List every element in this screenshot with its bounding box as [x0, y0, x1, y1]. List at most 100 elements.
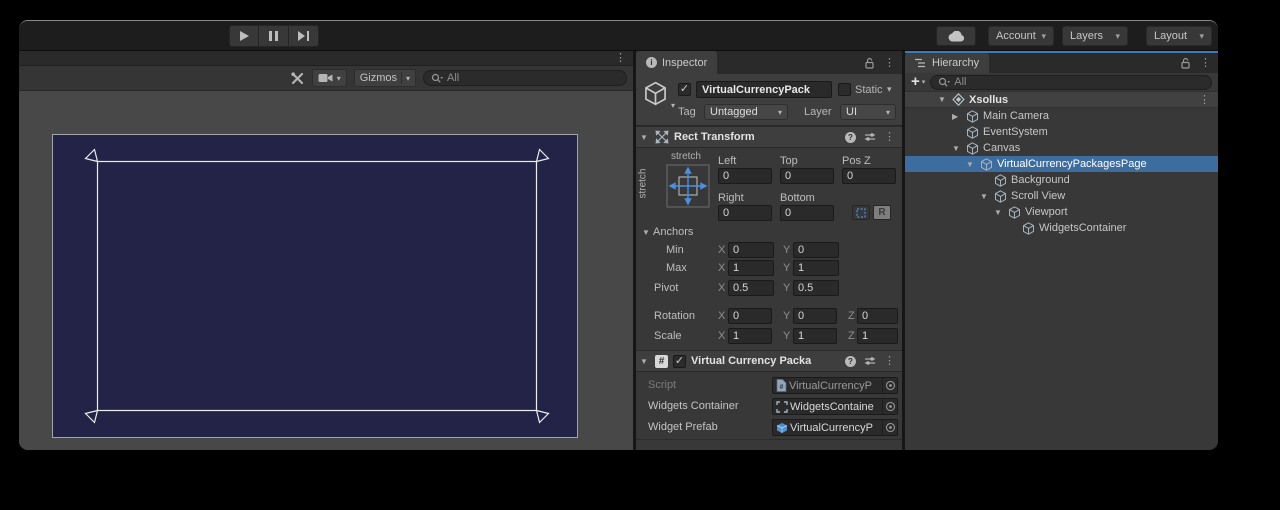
cloud-services-button[interactable]: [936, 26, 976, 46]
object-picker-button[interactable]: [882, 420, 897, 435]
foldout-arrow-icon[interactable]: ▼: [952, 144, 966, 153]
rotation-z-field[interactable]: [857, 308, 898, 324]
scale-z-field[interactable]: [857, 328, 898, 344]
left-label: Left: [718, 155, 736, 167]
play-button[interactable]: [229, 25, 259, 47]
chevron-down-icon: ▾: [1041, 31, 1046, 42]
tools-button[interactable]: [290, 71, 305, 86]
component-kebab-icon[interactable]: ⋮: [884, 356, 895, 366]
main-toolbar: Account ▾ Layers ▾ Layout ▾: [19, 21, 1218, 51]
object-picker-icon: [885, 422, 896, 433]
hierarchy-item[interactable]: ▼ Canvas: [905, 140, 1218, 156]
rect-transform-gizmo[interactable]: [79, 143, 555, 429]
foldout-arrow-icon[interactable]: ▼: [938, 95, 952, 104]
hierarchy-item[interactable]: WidgetsContainer: [905, 220, 1218, 236]
anchor-min-x-field[interactable]: [728, 242, 774, 258]
inspector-kebab-icon[interactable]: ⋮: [884, 58, 895, 68]
gizmos-label: Gizmos: [360, 72, 397, 84]
static-dropdown-icon[interactable]: ▾: [887, 84, 892, 95]
tag-value: Untagged: [710, 106, 758, 118]
desktop-background: Account ▾ Layers ▾ Layout ▾ ⋮: [0, 0, 1280, 510]
pause-button[interactable]: [259, 25, 289, 47]
hierarchy-panel-tools: ⋮: [1180, 53, 1218, 73]
account-label: Account: [996, 30, 1036, 42]
foldout-arrow-icon[interactable]: ▶: [952, 112, 966, 121]
hierarchy-kebab-icon[interactable]: ⋮: [1200, 58, 1211, 68]
gameobject-name-field[interactable]: [696, 81, 832, 98]
create-object-button[interactable]: + ▾: [911, 76, 925, 88]
anchor-max-x-field[interactable]: [728, 260, 774, 276]
hierarchy-search-input[interactable]: All: [930, 75, 1212, 90]
scene-camera-dropdown[interactable]: ▾: [312, 69, 347, 87]
hierarchy-item[interactable]: ▼ Viewport: [905, 204, 1218, 220]
scene-viewport[interactable]: [19, 91, 633, 450]
active-checkbox[interactable]: ✓: [678, 83, 691, 96]
lock-icon[interactable]: [864, 57, 875, 69]
layout-dropdown[interactable]: Layout ▾: [1146, 26, 1212, 46]
tab-inspector[interactable]: i Inspector: [636, 51, 717, 74]
anchors-foldout-icon[interactable]: ▼: [642, 228, 652, 237]
scene-menu-kebab-icon[interactable]: ⋮: [615, 53, 626, 63]
gameobject-icon[interactable]: ▾: [643, 81, 668, 109]
anchor-preset-widget[interactable]: [666, 164, 710, 211]
foldout-arrow-icon[interactable]: ▼: [980, 192, 994, 201]
rect-transform-header[interactable]: ▼ Rect Transform ?: [636, 126, 902, 148]
object-picker-button[interactable]: [882, 378, 897, 393]
right-label: Right: [718, 192, 744, 204]
object-reference-field[interactable]: VirtualCurrencyP: [772, 419, 898, 436]
help-icon[interactable]: ?: [845, 132, 856, 143]
object-reference-field[interactable]: # VirtualCurrencyP: [772, 377, 898, 394]
pivot-x-field[interactable]: [728, 280, 774, 296]
presets-icon[interactable]: [864, 131, 876, 143]
foldout-arrow-icon[interactable]: ▼: [966, 160, 980, 169]
blueprint-mode-button[interactable]: [852, 205, 870, 220]
static-checkbox[interactable]: [838, 83, 851, 96]
foldout-arrow-icon[interactable]: ▼: [640, 357, 650, 366]
y-axis-label: Y: [783, 262, 790, 274]
component-property-row: Widgets Container WidgetsContaine: [636, 397, 902, 418]
presets-icon[interactable]: [864, 355, 876, 367]
gizmos-dropdown[interactable]: Gizmos ▾: [354, 69, 416, 87]
anchor-max-y-field[interactable]: [793, 260, 839, 276]
divider: [401, 72, 402, 84]
layers-dropdown[interactable]: Layers ▾: [1062, 26, 1128, 46]
tag-dropdown[interactable]: Untagged ▾: [704, 104, 788, 120]
bottom-field[interactable]: [780, 205, 834, 221]
scene-search-input[interactable]: All: [423, 70, 627, 86]
rotation-x-field[interactable]: [728, 308, 772, 324]
hierarchy-item[interactable]: Background: [905, 172, 1218, 188]
component-enabled-checkbox[interactable]: ✓: [673, 355, 686, 368]
anchor-min-y-field[interactable]: [793, 242, 839, 258]
help-icon[interactable]: ?: [845, 356, 856, 367]
hierarchy-item[interactable]: ▼ Scroll View: [905, 188, 1218, 204]
rotation-y-field[interactable]: [793, 308, 837, 324]
object-picker-button[interactable]: [882, 399, 897, 414]
script-component-header[interactable]: ▼ # ✓ Virtual Currency Packa ? ⋮: [636, 350, 902, 372]
account-dropdown[interactable]: Account ▾: [988, 26, 1054, 46]
tab-hierarchy[interactable]: Hierarchy: [905, 53, 989, 73]
posz-field[interactable]: [842, 168, 896, 184]
hierarchy-item[interactable]: ▶ Main Camera: [905, 108, 1218, 124]
layer-dropdown[interactable]: UI ▾: [840, 104, 896, 120]
scene-kebab-icon[interactable]: ⋮: [1199, 95, 1218, 105]
hierarchy-item-label: Scroll View: [1011, 190, 1065, 202]
foldout-arrow-icon[interactable]: ▼: [994, 208, 1008, 217]
top-field[interactable]: [780, 168, 834, 184]
pivot-y-field[interactable]: [793, 280, 839, 296]
scene-row[interactable]: ▼ Xsollus ⋮: [905, 92, 1218, 108]
component-kebab-icon[interactable]: ⋮: [884, 132, 895, 142]
hierarchy-item[interactable]: EventSystem: [905, 124, 1218, 140]
rect-transform-body: stretch stretch Left: [636, 148, 902, 350]
step-button[interactable]: [289, 25, 319, 47]
left-field[interactable]: [718, 168, 772, 184]
object-reference-field[interactable]: WidgetsContaine: [772, 398, 898, 415]
right-field[interactable]: [718, 205, 772, 221]
layers-label: Layers: [1070, 30, 1103, 42]
raw-edit-mode-button[interactable]: R: [873, 205, 891, 220]
foldout-arrow-icon[interactable]: ▼: [640, 133, 650, 142]
scale-y-field[interactable]: [793, 328, 837, 344]
lock-icon[interactable]: [1180, 57, 1191, 69]
scale-x-field[interactable]: [728, 328, 772, 344]
gameobject-icon: [966, 142, 979, 155]
hierarchy-item[interactable]: ▼ VirtualCurrencyPackagesPage: [905, 156, 1218, 172]
